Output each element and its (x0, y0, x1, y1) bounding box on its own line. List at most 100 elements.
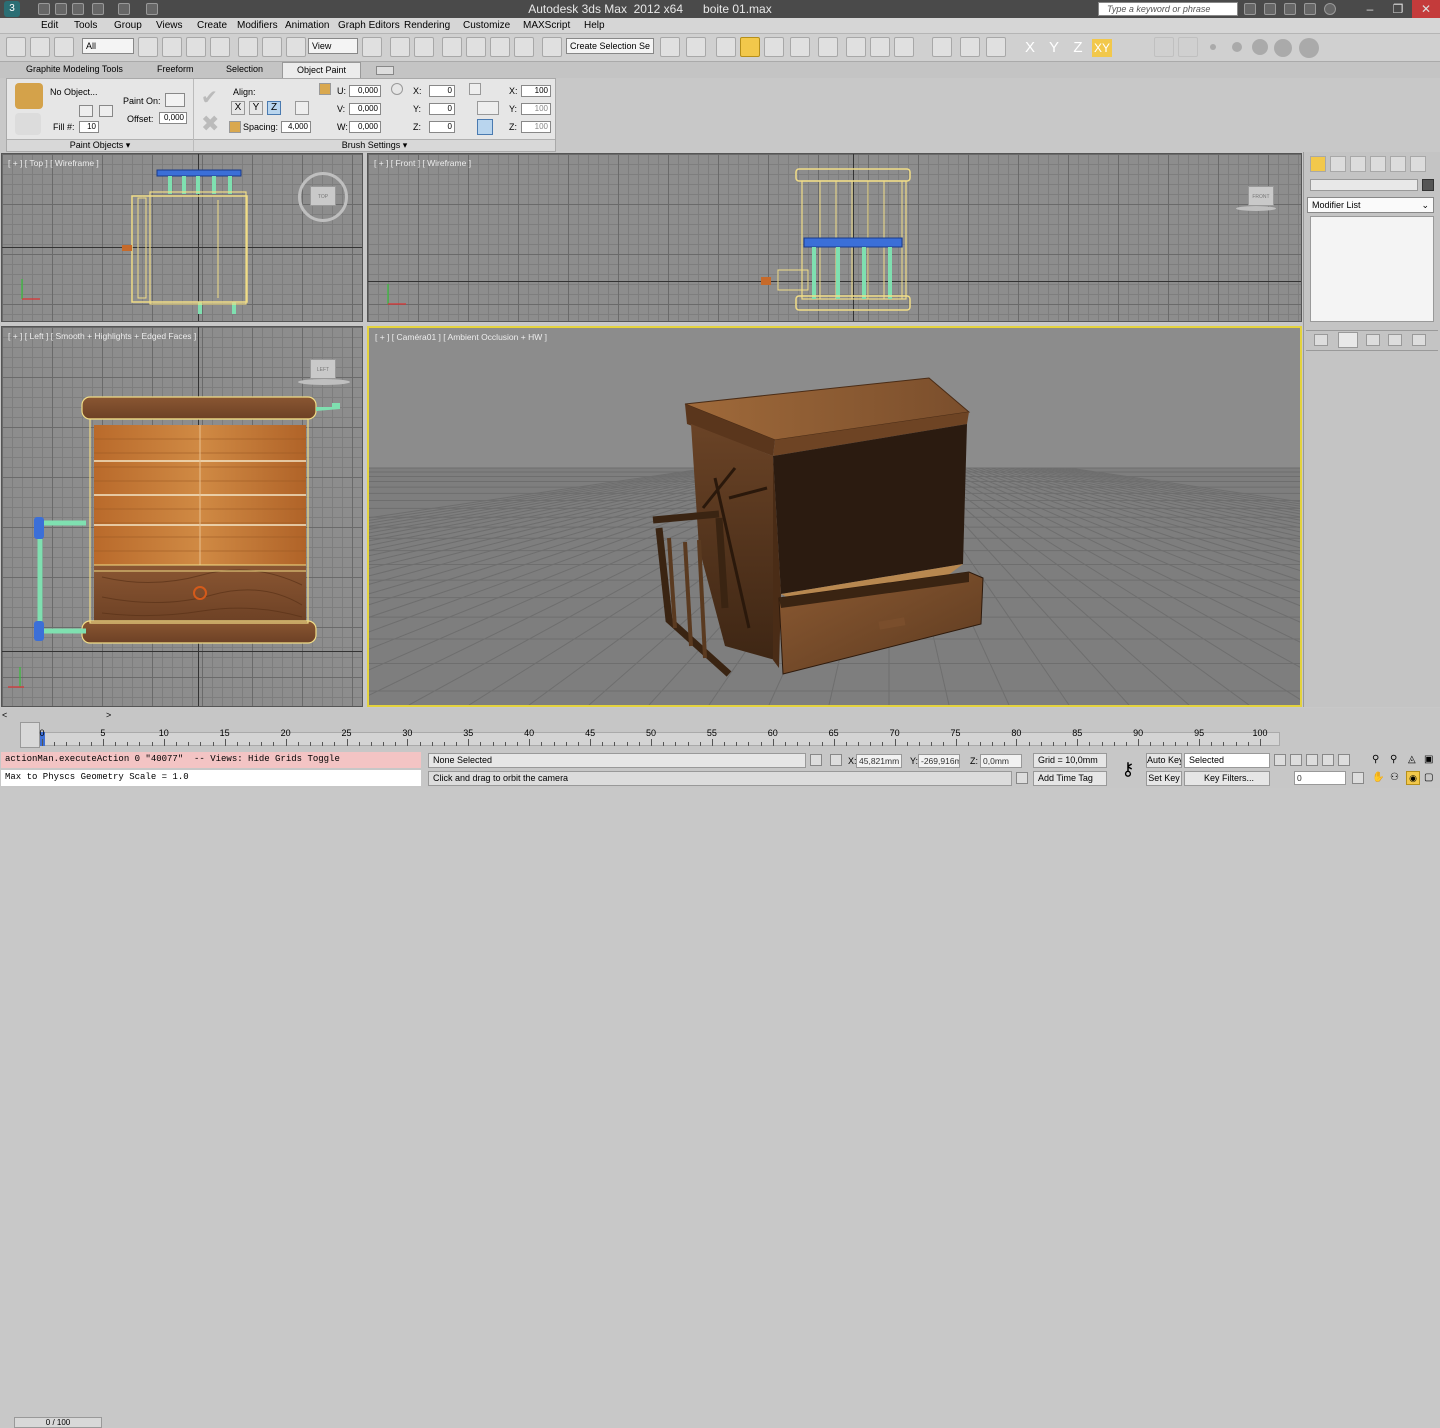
align-z-button[interactable]: Z (267, 101, 281, 115)
z-coordinate-field[interactable]: 0,0mm (980, 754, 1022, 768)
configure-modifier-sets-icon[interactable] (1412, 334, 1426, 346)
show-end-result-icon[interactable] (1338, 332, 1358, 348)
align-y-button[interactable]: Y (249, 101, 263, 115)
key-mode-dropdown[interactable]: Selected (1184, 753, 1270, 768)
make-unique-icon[interactable] (1366, 334, 1380, 346)
viewport-front[interactable]: [ + ] [ Front ] [ Wireframe ] FRONT (367, 153, 1302, 322)
tab-freeform[interactable]: Freeform (157, 64, 194, 74)
window-crossing-icon[interactable] (210, 37, 230, 57)
add-time-tag-button[interactable]: Add Time Tag (1033, 771, 1107, 786)
orbit-camera-icon[interactable]: ◉ (1406, 771, 1420, 785)
edit-named-selection-icon[interactable] (542, 37, 562, 57)
prev-frame-icon[interactable]: < (2, 710, 12, 720)
spinner-snap-icon[interactable] (514, 37, 534, 57)
maxscript-listener-input[interactable]: Max to Physcs Geometry Scale = 1.0 (1, 770, 421, 786)
time-slider-thumb[interactable]: 0 / 100 (14, 1417, 102, 1428)
render-production-icon[interactable] (894, 37, 914, 57)
fill-count-input[interactable]: 10 (79, 121, 99, 133)
time-tag-icon[interactable] (1016, 772, 1028, 784)
paint-objects-section[interactable]: Paint Objects ▾ (7, 139, 193, 151)
app-logo-icon[interactable]: 3 (4, 1, 20, 17)
tab-graphite-modeling-tools[interactable]: Graphite Modeling Tools (26, 64, 123, 74)
check-icon[interactable]: ✔ (201, 85, 218, 110)
menu-customize[interactable]: Customize (463, 20, 510, 31)
flip-normal-icon[interactable] (295, 101, 309, 115)
play-icon[interactable] (1306, 754, 1318, 766)
y-coordinate-field[interactable]: -269,916m (918, 754, 960, 768)
next-frame-button-icon[interactable] (1322, 754, 1334, 766)
modifier-list-dropdown[interactable]: Modifier List ⌄ (1307, 197, 1434, 213)
binoculars-icon[interactable] (1244, 3, 1256, 15)
snaps-toggle-icon[interactable] (442, 37, 462, 57)
min-max-toggle-icon[interactable]: ▢ (1424, 772, 1436, 784)
move-icon[interactable] (238, 37, 258, 57)
viewport-left[interactable]: [ + ] [ Left ] [ Smooth + Highlights + E… (1, 326, 363, 707)
dot-large-icon[interactable] (1252, 39, 1268, 55)
project-folder-icon[interactable] (146, 3, 158, 15)
reference-coordinate-dropdown[interactable]: View (308, 38, 358, 54)
paint-on-dropdown[interactable] (165, 93, 185, 107)
keyboard-shortcut-override-icon[interactable] (414, 37, 434, 57)
lock-scale-icon[interactable] (477, 119, 493, 135)
rotate-z-input[interactable]: 0 (429, 121, 455, 133)
motion-tab-icon[interactable] (1370, 156, 1386, 172)
next-frame-icon[interactable]: > (106, 710, 116, 720)
menu-views[interactable]: Views (156, 20, 183, 31)
camera-box-model[interactable] (369, 328, 1300, 705)
dot-xxlarge-icon[interactable] (1299, 38, 1319, 58)
open-file-icon[interactable] (55, 3, 67, 15)
curve-editor-icon[interactable] (764, 37, 784, 57)
pivot-center-icon[interactable] (362, 37, 382, 57)
cancel-icon[interactable]: ✖ (201, 111, 219, 137)
particle-tool-icon[interactable] (932, 37, 952, 57)
maxscript-listener-output[interactable]: actionMan.executeAction 0 "40077" -- Vie… (1, 752, 421, 768)
viewport-camera[interactable]: [ + ] [ Caméra01 ] [ Ambient Occlusion +… (367, 326, 1302, 707)
field-of-view-icon[interactable]: ◬ (1408, 754, 1420, 766)
bind-space-warp-icon[interactable] (54, 37, 74, 57)
offset-input[interactable]: 0,000 (159, 112, 187, 124)
communication-center-icon[interactable] (1284, 3, 1296, 15)
menu-tools[interactable]: Tools (74, 20, 97, 31)
axis-z-button[interactable]: Z (1068, 39, 1088, 57)
menu-graph-editors[interactable]: Graph Editors (338, 20, 400, 31)
paint-objects-icon[interactable] (15, 113, 41, 135)
brush-settings-section[interactable]: Brush Settings ▾ (194, 139, 555, 151)
time-configuration-icon[interactable] (1352, 772, 1364, 784)
scale-icon[interactable] (286, 37, 306, 57)
layers-tool-icon[interactable] (986, 37, 1006, 57)
percent-snap-icon[interactable] (490, 37, 510, 57)
plus-icon[interactable] (1178, 37, 1198, 57)
x-coordinate-field[interactable]: 45,821mm (856, 754, 902, 768)
v-input[interactable]: 0,000 (349, 103, 381, 115)
schematic-view-icon[interactable] (790, 37, 810, 57)
axis-xy-button[interactable]: XY (1092, 39, 1112, 57)
offset-transform-icon[interactable] (319, 83, 331, 95)
rotate-tool-icon[interactable] (391, 83, 403, 95)
pick-object-icon[interactable] (79, 105, 93, 117)
auto-key-button[interactable]: Auto Key (1146, 753, 1182, 768)
viewcube-front[interactable]: FRONT (1248, 186, 1274, 206)
select-manipulate-icon[interactable] (390, 37, 410, 57)
paint-brush-icon[interactable] (15, 83, 43, 109)
track-bar[interactable]: 0 5 10 15 20 25 30 35 40 45 50 55 60 65 70 75 80 85 90 95 10… (0, 722, 1440, 750)
viewcube-top[interactable]: TOP (310, 186, 336, 206)
spacing-tool-icon[interactable] (229, 121, 241, 133)
select-object-icon[interactable] (138, 37, 158, 57)
go-to-start-icon[interactable] (1274, 754, 1286, 766)
remove-modifier-icon[interactable] (1388, 334, 1402, 346)
ribbon-minimize-icon[interactable] (376, 66, 394, 75)
menu-maxscript[interactable]: MAXScript (523, 20, 570, 31)
set-key-button[interactable]: Set Key (1146, 771, 1182, 786)
pick-list-icon[interactable] (99, 105, 113, 117)
no-object-dropdown[interactable]: No Object... (50, 87, 98, 97)
menu-help[interactable]: Help (584, 20, 605, 31)
front-wireframe-object[interactable] (368, 154, 1302, 322)
menu-create[interactable]: Create (197, 20, 227, 31)
rotate-x-input[interactable]: 0 (429, 85, 455, 97)
scale-mode-dropdown[interactable] (477, 101, 499, 115)
set-key-mode-key-icon[interactable]: ⚷ (1112, 754, 1144, 784)
key-filters-button[interactable]: Key Filters... (1184, 771, 1270, 786)
tab-selection[interactable]: Selection (226, 64, 263, 74)
walkthrough-icon[interactable]: ⚇ (1390, 772, 1402, 784)
minimize-button[interactable]: – (1356, 0, 1384, 18)
